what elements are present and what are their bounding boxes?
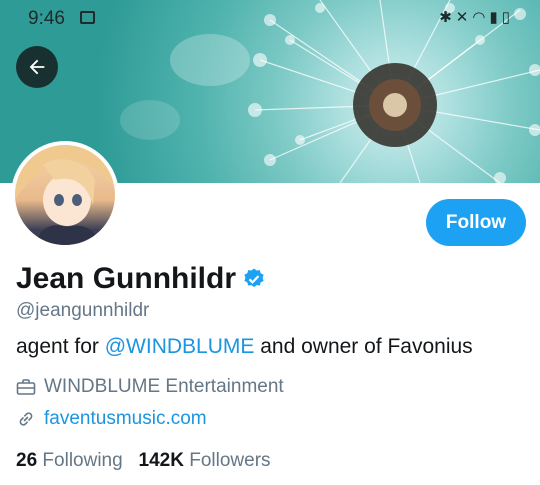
profile-bio: agent for @WINDBLUME and owner of Favoni…	[16, 335, 473, 359]
verified-badge-icon	[244, 268, 264, 288]
briefcase-icon	[16, 379, 36, 395]
profile-website[interactable]: faventusmusic.com	[16, 408, 207, 430]
followers-label: Followers	[189, 450, 271, 471]
following-count: 26	[16, 450, 38, 471]
profile-stats: 26 Following 142K Followers	[16, 450, 271, 472]
website-link[interactable]: faventusmusic.com	[44, 408, 207, 430]
bio-text-suffix: and owner of Favonius	[254, 335, 473, 358]
link-icon	[19, 412, 33, 426]
organization-text: WINDBLUME Entertainment	[44, 376, 284, 397]
status-icons: ✱✕◠▮▯	[439, 8, 514, 26]
following-stat[interactable]: 26 Following	[16, 450, 123, 471]
battery-icon: ▯	[501, 9, 514, 26]
status-bar: 9:46 ✱✕◠▮▯	[0, 0, 540, 34]
mute-icon: ✕	[455, 9, 473, 26]
avatar[interactable]	[11, 141, 119, 249]
profile-handle: @jeangunnhildr	[16, 300, 150, 321]
profile-name-row: Jean Gunnhildr	[16, 262, 266, 296]
avatar-image	[15, 145, 115, 245]
profile-organization: WINDBLUME Entertainment	[16, 376, 284, 398]
image-icon	[80, 11, 95, 24]
signal-icon: ▮	[489, 9, 502, 26]
back-button[interactable]	[16, 46, 58, 88]
arrow-left-icon	[29, 59, 45, 75]
wifi-icon: ◠	[472, 9, 490, 26]
bio-mention-link[interactable]: @WINDBLUME	[105, 335, 255, 358]
followers-stat[interactable]: 142K Followers	[139, 450, 271, 471]
follow-button[interactable]: Follow	[426, 199, 526, 246]
following-label: Following	[42, 450, 123, 471]
bio-text-prefix: agent for	[16, 335, 105, 358]
bluetooth-icon: ✱	[439, 9, 456, 26]
followers-count: 142K	[138, 450, 184, 471]
status-time: 9:46	[28, 8, 65, 29]
profile-name: Jean Gunnhildr	[16, 262, 237, 295]
